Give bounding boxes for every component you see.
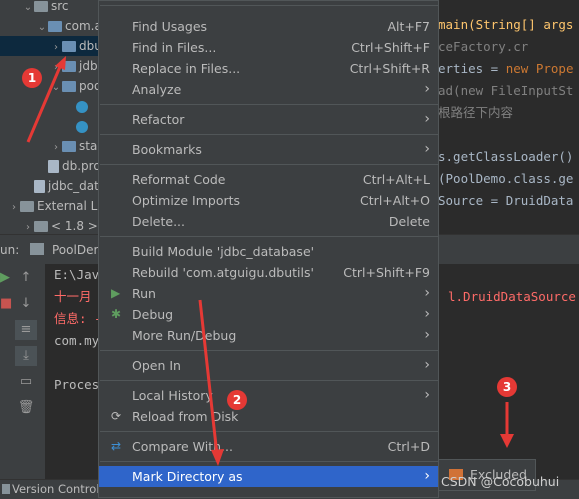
- annotation-badge-3: 3: [497, 377, 517, 397]
- annotation-arrows: [26, 56, 514, 466]
- annotation-arrowhead-1: [55, 56, 66, 70]
- annotation-arrowhead-2: [211, 449, 224, 466]
- annotation-badge-2: 2: [227, 390, 247, 410]
- annotation-arrowhead-3: [500, 434, 514, 448]
- watermark: CSDN @Cocobuhui: [441, 474, 560, 489]
- annotation-arrow-2: [198, 299, 219, 456]
- annotation-badge-1: 1: [22, 68, 42, 88]
